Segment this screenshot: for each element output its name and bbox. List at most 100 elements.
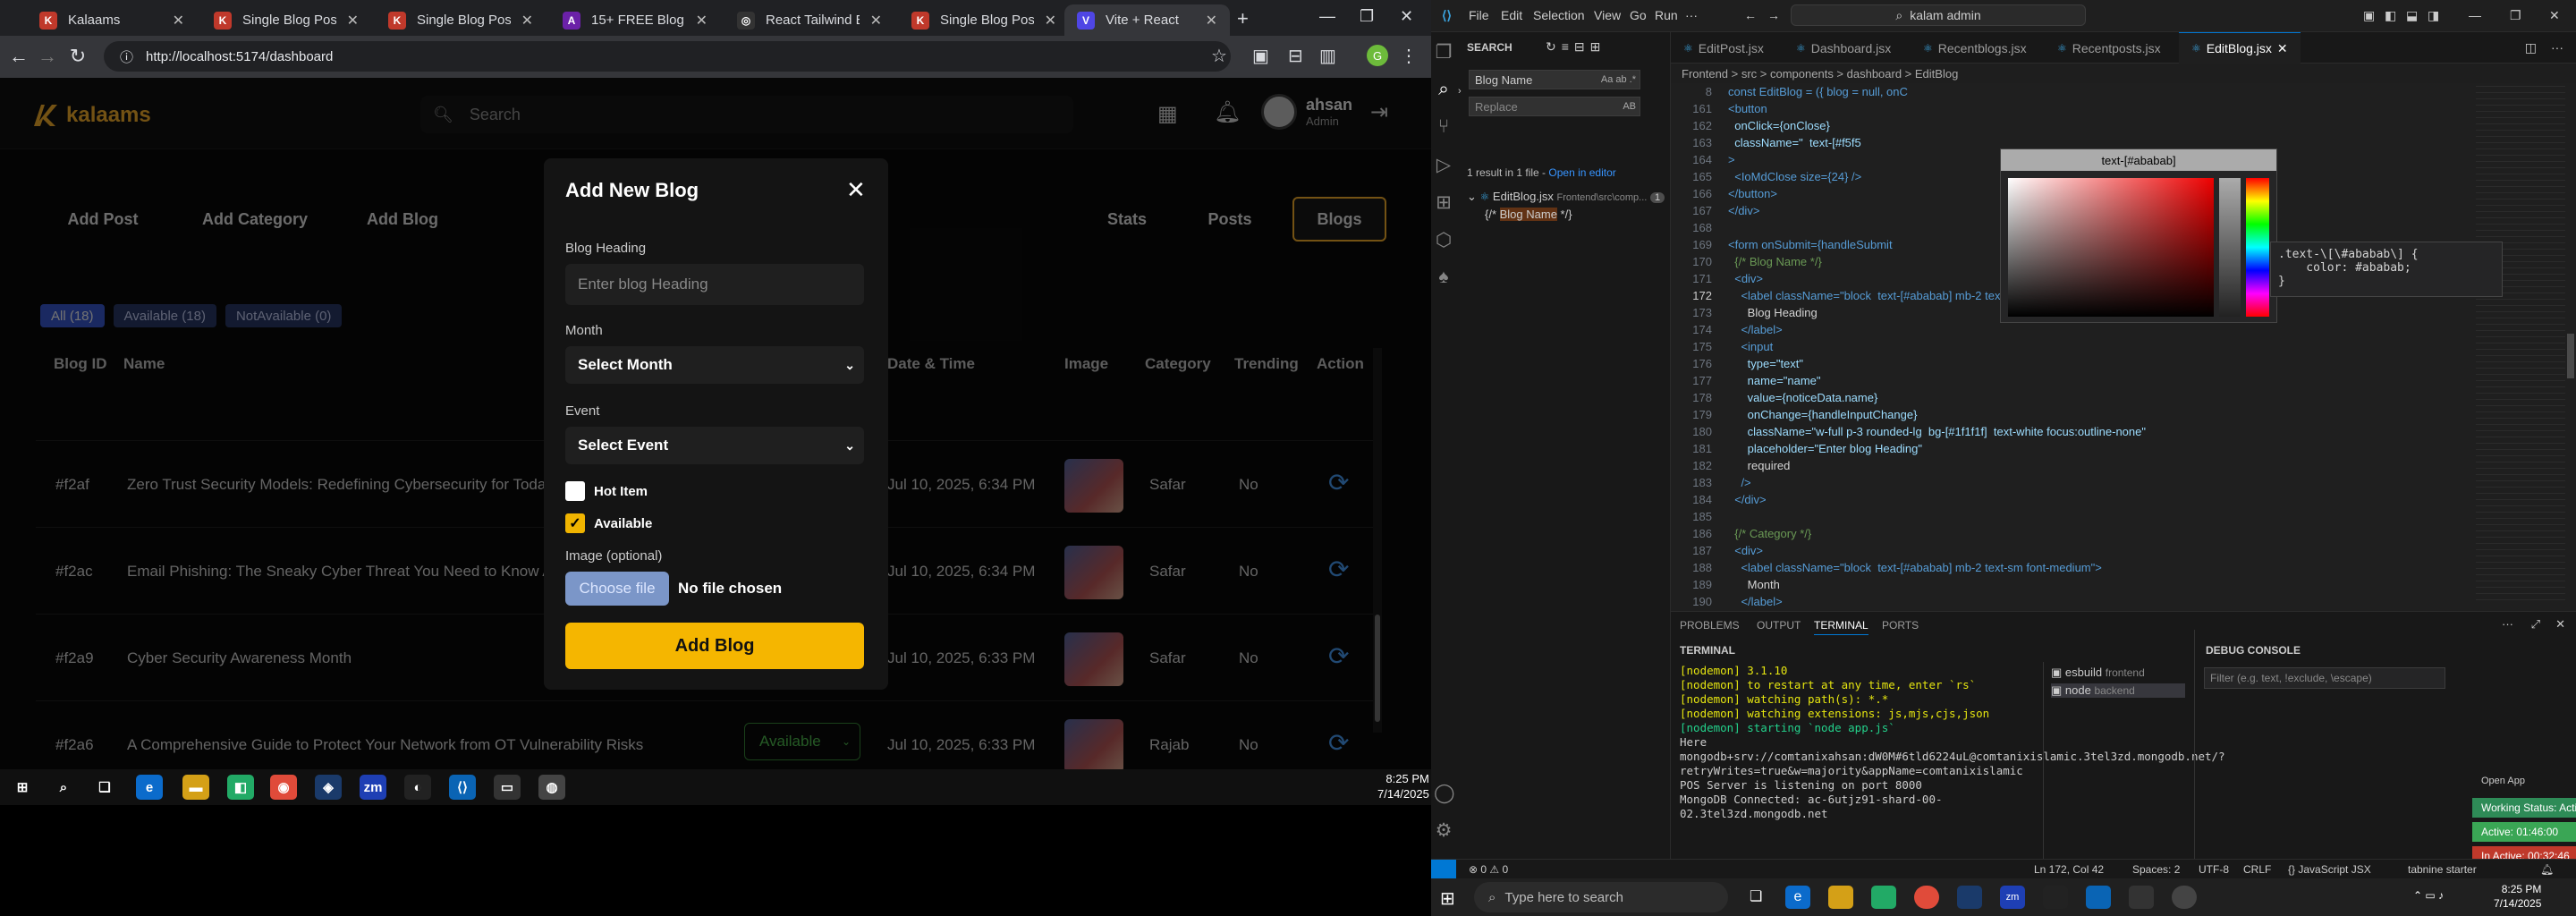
- filter-notavailable[interactable]: NotAvailable (0): [225, 304, 343, 327]
- refresh-icon[interactable]: ⟳: [1328, 641, 1349, 671]
- event-select[interactable]: Select Event ⌄: [565, 427, 864, 464]
- logout-icon[interactable]: ⇥: [1370, 99, 1388, 125]
- stats-button[interactable]: Stats: [1082, 197, 1172, 242]
- new-tab-icon[interactable]: +: [1237, 7, 1249, 30]
- back-icon[interactable]: ←: [4, 45, 34, 68]
- editor-tab-active[interactable]: ⚛ EditBlog.jsx ✕: [2179, 32, 2301, 64]
- bookmark-star-icon[interactable]: ☆: [1211, 45, 1227, 67]
- terminal-instance[interactable]: ▣ node backend: [2051, 683, 2185, 698]
- hue-slider[interactable]: [2246, 178, 2269, 317]
- close-window-icon[interactable]: ✕: [1400, 7, 1413, 26]
- terminal-icon[interactable]: [2129, 886, 2154, 909]
- editor-tab[interactable]: ⚛ Dashboard.jsx: [1784, 32, 1903, 64]
- taskbar-search[interactable]: ⌕ Type here to search: [1474, 882, 1728, 912]
- color-picker[interactable]: text-[#ababab]: [2000, 148, 2277, 323]
- editor-tab[interactable]: ⚛ EditPost.jsx: [1671, 32, 1776, 64]
- more-actions-icon[interactable]: ···: [2502, 617, 2513, 631]
- browser-tab[interactable]: A15+ FREE Blog Website✕: [550, 4, 720, 36]
- command-center[interactable]: ⌕ kalam admin: [1791, 4, 2086, 26]
- breadcrumb[interactable]: Frontend > src > components > dashboard …: [1671, 64, 2029, 83]
- line-ending[interactable]: CRLF: [2243, 863, 2271, 876]
- github-icon[interactable]: [2043, 886, 2068, 909]
- side-panel-icon[interactable]: ▥: [1319, 45, 1336, 67]
- app-icon[interactable]: [1957, 886, 1982, 909]
- search-options-icon[interactable]: Aa ab .*: [1601, 74, 1636, 85]
- menu-view[interactable]: View: [1594, 8, 1621, 22]
- chrome-icon[interactable]: ◉: [270, 775, 297, 800]
- terminal-instance[interactable]: ▣ esbuild frontend: [2051, 666, 2145, 680]
- browser-tab[interactable]: ◎React Tailwind Blog Co✕: [724, 4, 894, 36]
- editor-tab[interactable]: ⚛ Recentposts.jsx: [2045, 32, 2174, 64]
- cursor-position[interactable]: Ln 172, Col 42: [2034, 863, 2104, 876]
- run-debug-icon[interactable]: ▷: [1434, 154, 1453, 176]
- close-tab-icon[interactable]: ✕: [696, 12, 708, 30]
- account-icon[interactable]: ◯: [1434, 782, 1455, 804]
- maximize-icon[interactable]: ❐: [2510, 8, 2521, 23]
- windows-start-icon[interactable]: ⊞: [9, 775, 36, 800]
- search-input[interactable]: 🔍︎ Search: [420, 96, 1073, 133]
- table-row[interactable]: #f2a6 A Comprehensive Guide to Protect Y…: [36, 700, 1377, 769]
- open-app-link[interactable]: Open App: [2481, 776, 2525, 786]
- store-icon[interactable]: [1871, 886, 1896, 909]
- address-bar[interactable]: ⓘ http://localhost:5174/dashboard: [104, 41, 1231, 72]
- month-select[interactable]: Select Month ⌄: [565, 346, 864, 384]
- close-tab-icon[interactable]: ✕: [870, 12, 882, 30]
- add-post-button[interactable]: Add Post: [36, 197, 170, 242]
- toggle-panel-icon[interactable]: ⬓: [2406, 8, 2418, 23]
- file-explorer-icon[interactable]: ▬: [182, 775, 209, 800]
- language-mode[interactable]: {} JavaScript JSX: [2288, 863, 2371, 876]
- browser-tab[interactable]: K Kalaams ✕: [27, 4, 197, 36]
- blog-heading-input[interactable]: Enter blog Heading: [565, 264, 864, 305]
- blogs-button[interactable]: Blogs: [1292, 197, 1386, 242]
- close-tab-icon[interactable]: ✕: [1206, 12, 1217, 30]
- available-checkbox[interactable]: ✓ Available: [565, 513, 652, 533]
- browser-tab-active[interactable]: V Vite + React ✕: [1064, 4, 1230, 36]
- indentation[interactable]: Spaces: 2: [2132, 863, 2180, 876]
- choose-file-button[interactable]: Choose file: [565, 572, 669, 606]
- app-logo[interactable]: kalaams: [29, 99, 151, 131]
- forward-icon[interactable]: →: [32, 45, 63, 68]
- close-tab-icon[interactable]: ✕: [1045, 12, 1056, 30]
- hot-item-checkbox[interactable]: Hot Item: [565, 481, 648, 501]
- forward-icon[interactable]: →: [1767, 8, 1780, 22]
- editor-scrollbar[interactable]: [2565, 83, 2576, 611]
- bell-icon[interactable]: 🔔︎: [2540, 863, 2554, 876]
- add-blog-button[interactable]: Add Blog: [340, 197, 465, 242]
- availability-select[interactable]: Available ⌄: [744, 723, 860, 760]
- color-saturation-area[interactable]: [2008, 178, 2214, 317]
- add-blog-submit-button[interactable]: Add Blog: [565, 623, 864, 669]
- toggle-sidebar-icon[interactable]: ◧: [2385, 8, 2396, 23]
- minimize-icon[interactable]: —: [2469, 8, 2481, 22]
- terminal-icon[interactable]: ▭: [494, 775, 521, 800]
- menu-selection[interactable]: Selection: [1533, 8, 1585, 22]
- checkbox-box[interactable]: [565, 481, 585, 501]
- vscode-icon[interactable]: [2086, 886, 2111, 909]
- browser-tab[interactable]: KSingle Blog Posts Page✕: [201, 4, 371, 36]
- extension-icon[interactable]: ▣: [1252, 45, 1269, 67]
- taskbar-clock[interactable]: 8:25 PM 7/14/2025: [1377, 771, 1429, 802]
- close-window-icon[interactable]: ✕: [2549, 8, 2560, 23]
- search-icon[interactable]: ⌕: [1434, 79, 1453, 100]
- tabnine-status[interactable]: tabnine starter: [2408, 863, 2477, 876]
- close-tab-icon[interactable]: ✕: [2277, 41, 2288, 56]
- replace-input[interactable]: Replace AB: [1469, 97, 1640, 116]
- tray-icons[interactable]: ⌃ ▭ ♪: [2413, 889, 2444, 902]
- tab-ports[interactable]: PORTS: [1882, 619, 1919, 632]
- extensions-icon[interactable]: ⊞: [1434, 191, 1453, 214]
- grid-icon[interactable]: ▦: [1157, 101, 1178, 127]
- open-in-editor-link[interactable]: Open in editor: [1548, 166, 1615, 179]
- taskbar-clock[interactable]: 8:25 PM 7/14/2025: [2494, 882, 2541, 911]
- maximize-icon[interactable]: ❐: [1360, 7, 1374, 26]
- reload-icon[interactable]: ↻: [63, 45, 93, 68]
- app-icon[interactable]: [2172, 886, 2197, 909]
- alpha-slider[interactable]: [2219, 178, 2241, 317]
- file-explorer-icon[interactable]: [1828, 886, 1853, 909]
- task-view-icon[interactable]: ❏: [1750, 887, 1762, 905]
- menu-run[interactable]: Run: [1655, 8, 1678, 22]
- vscode-icon[interactable]: ⟨⟩: [449, 775, 476, 800]
- menu-file[interactable]: File: [1469, 8, 1489, 22]
- filter-all[interactable]: All (18): [40, 304, 105, 327]
- store-icon[interactable]: ◧: [227, 775, 254, 800]
- menu-go[interactable]: Go: [1630, 8, 1647, 22]
- add-category-button[interactable]: Add Category: [179, 197, 331, 242]
